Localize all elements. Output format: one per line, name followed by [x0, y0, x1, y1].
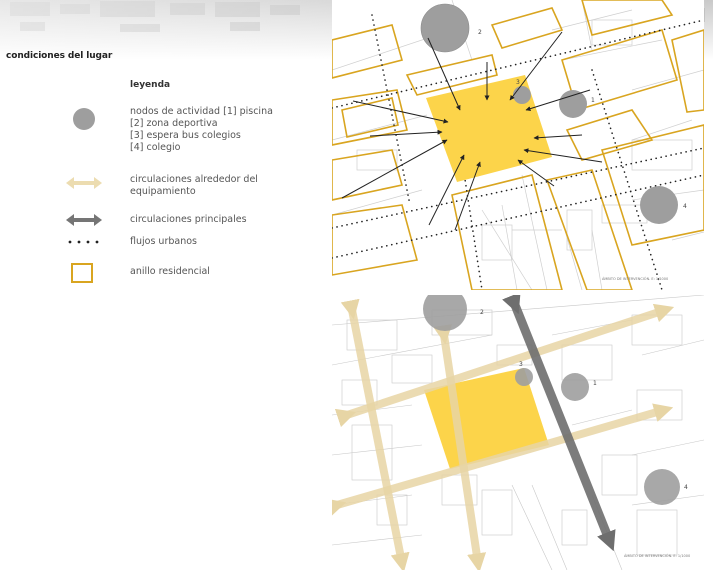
site-conditions-map: 2 1 3 4 ÁMBITO DE INTERVENCIÓN. E: 1/100…: [332, 0, 704, 290]
svg-text:2: 2: [480, 309, 484, 316]
main-circulation-arrow-icon: [66, 214, 102, 226]
svg-text:4: 4: [684, 484, 688, 491]
legend-nodes-line-4: [4] colegio: [130, 142, 181, 153]
page-title: condiciones del lugar: [6, 51, 113, 61]
svg-text:3: 3: [516, 79, 520, 86]
legend-nodes-line-1: nodos de actividad [1] piscina: [130, 106, 273, 117]
svg-text:4: 4: [683, 203, 687, 210]
legend-ring-line-1: anillo residencial: [130, 266, 210, 277]
legend-item-residential-ring: anillo residencial: [130, 266, 210, 278]
svg-text:3: 3: [519, 361, 523, 368]
top-map-footnote: ÁMBITO DE INTERVENCIÓN. E: 1/1000: [602, 276, 668, 281]
svg-text:1: 1: [593, 380, 597, 387]
urban-flow-dots-icon: [68, 240, 99, 244]
legend-item-nodes: nodos de actividad [1] piscina [2] zona …: [130, 106, 273, 154]
legend-flows-line-1: flujos urbanos: [130, 236, 197, 247]
legend-heading: leyenda: [130, 80, 171, 90]
legend-equip-line-1: circulaciones alrededor del: [130, 174, 258, 185]
svg-text:1: 1: [591, 97, 595, 104]
legend-nodes-line-2: [2] zona deportiva: [130, 118, 218, 129]
legend-item-urban-flows: flujos urbanos: [130, 236, 197, 248]
legend-nodes-line-3: [3] espera bus colegios: [130, 130, 241, 141]
bottom-map-footnote: ÁMBITO DE INTERVENCIÓN. E: 1/1000: [624, 553, 690, 558]
activity-node-symbol: [73, 108, 95, 130]
circulation-map: 2 1 3 4 ÁMBITO DE INTERVENCIÓN. E: 1/100…: [332, 295, 704, 570]
svg-text:2: 2: [478, 29, 482, 36]
legend-main-line-1: circulaciones principales: [130, 214, 247, 225]
legend-item-equip-circulation: circulaciones alrededor del equipamiento: [130, 174, 258, 198]
legend-item-main-circulation: circulaciones principales: [130, 214, 247, 226]
residential-ring-icon: [71, 263, 93, 283]
legend-equip-line-2: equipamiento: [130, 186, 196, 197]
equipment-circulation-arrow-icon: [66, 177, 102, 189]
